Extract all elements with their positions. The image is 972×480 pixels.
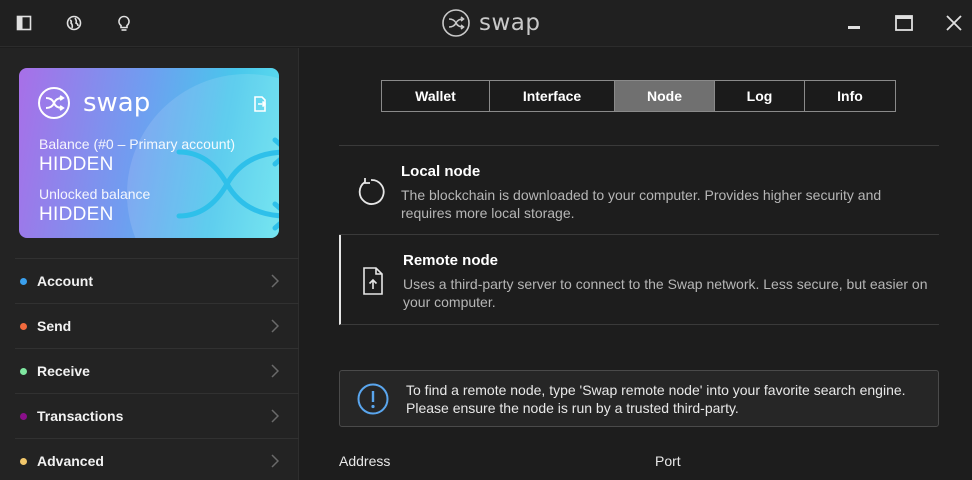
unlocked-balance-label: Unlocked balance [39, 186, 151, 202]
info-circle-icon [357, 383, 389, 420]
menu-dot [20, 457, 27, 465]
menu-item-label: Advanced [37, 453, 104, 469]
menu-item-advanced[interactable]: Advanced [15, 438, 299, 480]
chevron-right-icon [271, 364, 279, 378]
swap-logo-icon [442, 9, 470, 37]
menu-item-transactions[interactable]: Transactions [15, 393, 299, 438]
tab-interface[interactable]: Interface [490, 81, 615, 111]
balance-card: swap Balance (#0 – Primary account) HIDD… [19, 68, 279, 238]
menu-dot [20, 367, 27, 375]
export-icon[interactable] [253, 96, 267, 117]
maximize-button[interactable] [893, 12, 915, 34]
app-logo: swap [441, 8, 541, 38]
swap-arrows-icon [176, 137, 279, 231]
settings-tabs: Wallet Interface Node Log Info [381, 80, 896, 112]
globe-icon[interactable] [64, 13, 84, 33]
chevron-right-icon [271, 274, 279, 288]
unlocked-balance-value: HIDDEN [39, 204, 114, 225]
port-label: Port [655, 453, 681, 469]
card-logo: swap [37, 86, 150, 120]
tab-node[interactable]: Node [615, 81, 715, 111]
menu-dot [20, 277, 27, 285]
tab-info[interactable]: Info [805, 81, 895, 111]
menu-dot [20, 412, 27, 420]
main-menu: Account Send Receive Transactions Advanc… [15, 258, 299, 480]
close-button[interactable] [943, 12, 965, 34]
title-bar: swap [0, 0, 972, 47]
chevron-right-icon [271, 319, 279, 333]
remote-node-option[interactable]: Remote node Uses a third-party server to… [339, 235, 939, 325]
balance-value: HIDDEN [39, 154, 114, 175]
local-node-option[interactable]: Local node The blockchain is downloaded … [339, 145, 939, 235]
refresh-icon [355, 174, 387, 210]
chevron-right-icon [271, 454, 279, 468]
menu-item-send[interactable]: Send [15, 303, 299, 348]
tab-wallet[interactable]: Wallet [382, 81, 490, 111]
menu-item-account[interactable]: Account [15, 258, 299, 303]
remote-node-description: Uses a third-party server to connect to … [403, 276, 928, 310]
address-label: Address [339, 453, 391, 469]
menu-item-label: Transactions [37, 408, 124, 424]
card-logo-text: swap [83, 88, 151, 118]
local-node-description: The blockchain is downloaded to your com… [401, 187, 882, 221]
app-title: swap [479, 10, 541, 36]
minimize-button[interactable] [843, 12, 865, 34]
lightbulb-icon[interactable] [114, 13, 134, 33]
sidebar-toggle-icon[interactable] [14, 13, 34, 33]
remote-node-title: Remote node [403, 252, 499, 269]
info-text: To find a remote node, type 'Swap remote… [406, 382, 906, 416]
sidebar: swap Balance (#0 – Primary account) HIDD… [0, 48, 299, 480]
tab-log[interactable]: Log [715, 81, 805, 111]
chevron-right-icon [271, 409, 279, 423]
file-upload-icon [357, 263, 389, 299]
balance-label: Balance (#0 – Primary account) [39, 136, 236, 152]
menu-item-label: Receive [37, 363, 90, 379]
menu-item-label: Send [37, 318, 72, 334]
menu-item-receive[interactable]: Receive [15, 348, 299, 393]
minimize-icon [848, 26, 860, 29]
maximize-icon [895, 15, 913, 31]
remote-node-info-box: To find a remote node, type 'Swap remote… [339, 370, 939, 427]
swap-logo-icon [38, 87, 70, 119]
menu-dot [20, 322, 27, 330]
local-node-title: Local node [401, 163, 481, 180]
close-icon [946, 15, 962, 31]
menu-item-label: Account [37, 273, 93, 289]
